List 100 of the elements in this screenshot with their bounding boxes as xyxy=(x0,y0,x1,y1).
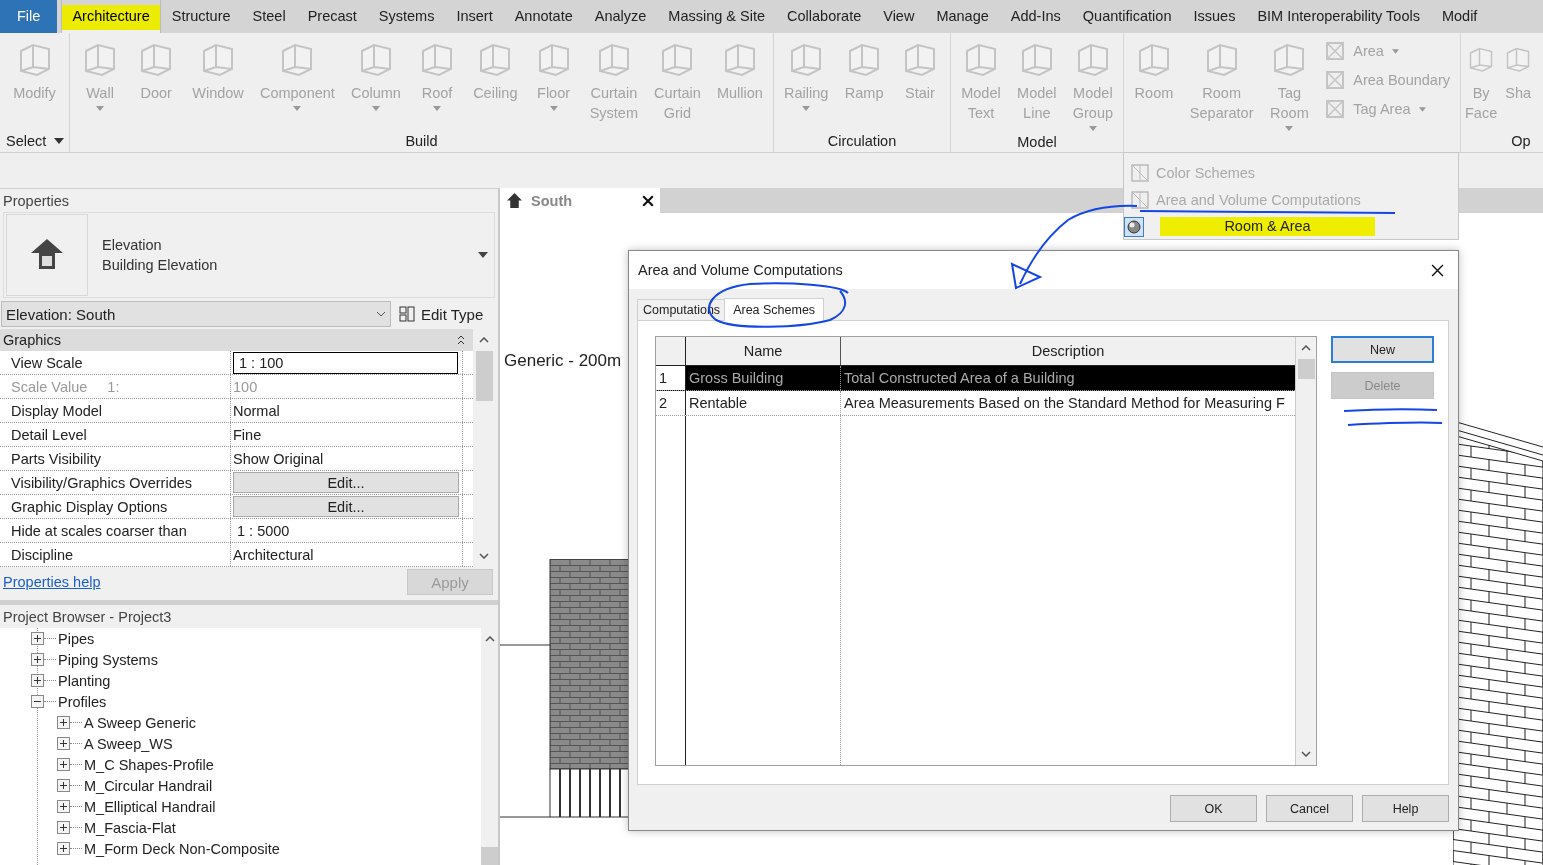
dialog-title: Area and Volume Computations xyxy=(638,262,843,278)
table-cell[interactable]: Area Measurements Based on the Standard Method for Measuring F xyxy=(841,391,1295,415)
ribbon-tab[interactable]: Massing & Site xyxy=(657,0,777,33)
scrollbar[interactable] xyxy=(481,628,498,865)
ribbon-tab[interactable]: File xyxy=(0,0,58,33)
grid-icon xyxy=(1130,189,1150,210)
wall-type-label: Generic - 200m xyxy=(504,351,622,371)
box-icon xyxy=(1325,41,1346,61)
property-value: Normal xyxy=(233,402,280,419)
column-header[interactable]: Description xyxy=(841,337,1295,365)
property-label: Parts Visibility xyxy=(11,450,101,467)
tree-item[interactable]: Planting xyxy=(31,670,479,691)
scrollbar-thumb[interactable] xyxy=(1297,359,1315,379)
close-icon[interactable] xyxy=(1431,263,1444,277)
property-input-field[interactable]: 1 : 100 xyxy=(233,351,458,374)
scrollbar-thumb[interactable] xyxy=(481,847,498,865)
edit-button[interactable]: Edit... xyxy=(233,496,459,517)
panel-title: Op xyxy=(1511,133,1531,149)
tree-item[interactable]: M_C Shapes-Profile xyxy=(31,754,479,775)
ribbon-tab[interactable]: Modif xyxy=(1430,0,1489,33)
column-header[interactable]: Name xyxy=(686,337,841,365)
tree-item[interactable]: Pipes xyxy=(31,628,479,649)
new-button[interactable]: New xyxy=(1331,336,1434,363)
panel-title: Circulation xyxy=(827,133,897,149)
tree-item[interactable]: M_Fascia-Flat xyxy=(31,817,479,838)
table-cell[interactable]: Total Constructed Area of a Building xyxy=(841,366,1295,390)
edit-type-button[interactable]: Edit Type xyxy=(399,305,484,323)
close-icon[interactable] xyxy=(642,194,654,207)
tree-item[interactable]: A Sweep Generic xyxy=(31,712,479,733)
ribbon-tab[interactable]: BIM Interoperability Tools xyxy=(1246,0,1431,33)
tree-item[interactable]: Piping Systems xyxy=(31,649,479,670)
ribbon-tab[interactable]: Quantification xyxy=(1071,0,1183,33)
panel-title: Select xyxy=(6,133,47,149)
property-label: Display Model xyxy=(11,402,103,419)
tree-item[interactable]: Profiles xyxy=(31,691,479,712)
instance-dropdown[interactable]: Elevation: South xyxy=(1,301,391,327)
tree-item[interactable]: M_Elliptical Handrail xyxy=(31,796,479,817)
help-button[interactable]: Help xyxy=(1362,795,1449,822)
panel-title: Properties xyxy=(0,188,498,212)
ribbon-tab[interactable]: Analyze xyxy=(583,0,658,33)
chevron-up-icon xyxy=(479,337,489,343)
dialog-tab[interactable]: Area Schemes xyxy=(724,298,825,321)
box-icon xyxy=(1325,99,1346,119)
property-label: Scale Value xyxy=(11,378,88,395)
ribbon-tab[interactable]: Systems xyxy=(367,0,446,33)
ribbon-tab[interactable]: View xyxy=(872,0,926,33)
ribbon-tab[interactable]: Manage xyxy=(925,0,1000,33)
property-value: Fine xyxy=(233,426,262,443)
property-value[interactable]: 1 : 5000 xyxy=(233,522,290,539)
ribbon-tab[interactable]: Structure xyxy=(160,0,242,33)
tree-item[interactable]: A Sweep_WS xyxy=(31,733,479,754)
box-icon xyxy=(1325,70,1346,90)
scrollbar-thumb[interactable] xyxy=(475,351,493,401)
group-header[interactable]: Graphics xyxy=(0,329,473,351)
row-number: 2 xyxy=(656,391,686,415)
tree-item[interactable]: M_Circular Handrail xyxy=(31,775,479,796)
cancel-button[interactable]: Cancel xyxy=(1266,795,1353,822)
property-label: Detail Level xyxy=(11,426,87,443)
ribbon-tab[interactable]: Steel xyxy=(241,0,297,33)
ribbon-tab[interactable]: Collaborate xyxy=(776,0,873,33)
type-family: Elevation xyxy=(102,236,163,255)
type-selector[interactable]: Elevation Building Elevation xyxy=(3,212,495,298)
house-icon xyxy=(506,192,523,209)
chevron-up-icon xyxy=(1301,345,1311,351)
chevron-down-icon xyxy=(479,553,489,559)
scrollbar[interactable] xyxy=(1295,337,1316,765)
caret-icon xyxy=(478,252,488,258)
document-tab[interactable]: South xyxy=(500,188,660,213)
property-unit: 1: xyxy=(107,378,120,395)
ribbon-tab[interactable]: Annotate xyxy=(503,0,584,33)
panel-title: Build xyxy=(405,133,438,149)
properties-help-link[interactable]: Properties help xyxy=(3,574,101,590)
property-value: 100 xyxy=(233,378,258,395)
chevron-down-icon xyxy=(1301,751,1311,757)
row-number: 1 xyxy=(656,366,686,390)
type-name: Building Elevation xyxy=(102,256,219,275)
ribbon-tab[interactable]: Architecture xyxy=(61,0,161,33)
property-label: Visibility/Graphics Overrides xyxy=(11,474,193,491)
property-label: Hide at scales coarser than xyxy=(11,522,187,539)
edit-button[interactable]: Edit... xyxy=(233,472,459,493)
panel-title: Model xyxy=(1017,133,1057,150)
table-cell[interactable]: Gross Building xyxy=(686,366,841,390)
grid-icon xyxy=(1130,162,1150,183)
tree-item[interactable]: M_Form Deck Non-Composite xyxy=(31,838,479,859)
ribbon-tab[interactable]: Add-Ins xyxy=(999,0,1072,33)
table-icon xyxy=(399,306,415,322)
property-value: Show Original xyxy=(233,450,324,467)
chevron-up-icon xyxy=(484,636,495,642)
group-label: Graphics xyxy=(3,332,62,348)
chevron-down-icon xyxy=(376,311,386,317)
menu-item[interactable]: Room & Area xyxy=(1124,213,1458,240)
ribbon-tab[interactable]: Precast xyxy=(296,0,368,33)
ribbon-tab[interactable]: Issues xyxy=(1182,0,1247,33)
ribbon-tab[interactable]: Insert xyxy=(445,0,504,33)
ok-button[interactable]: OK xyxy=(1170,795,1257,822)
table-cell[interactable]: Rentable xyxy=(686,391,841,415)
property-label: Discipline xyxy=(11,546,74,563)
property-label: Graphic Display Options xyxy=(11,498,168,515)
property-value: Architectural xyxy=(233,546,314,563)
property-label: View Scale xyxy=(11,354,83,371)
